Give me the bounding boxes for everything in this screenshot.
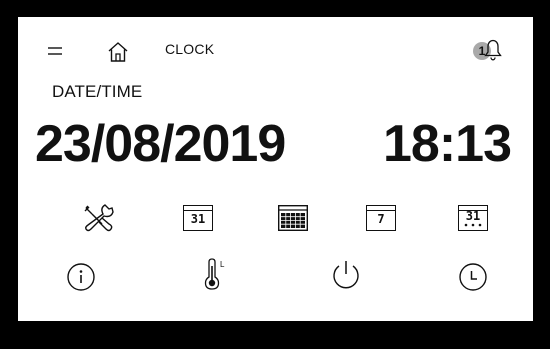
time-display[interactable]: 18:13	[383, 118, 512, 170]
calendar-grid-icon[interactable]	[274, 199, 312, 237]
calendar-week-button[interactable]: 7	[362, 199, 400, 237]
screen-title: CLOCK	[165, 41, 215, 57]
bell-icon[interactable]	[484, 39, 502, 61]
thermometer-icon[interactable]: L	[196, 256, 234, 294]
power-icon[interactable]	[327, 256, 365, 294]
tools-icon[interactable]	[80, 199, 118, 237]
calendar-day-label: 31	[190, 212, 206, 226]
clock-icon[interactable]	[454, 258, 492, 296]
info-icon[interactable]	[62, 258, 100, 296]
calendar-week-label: 7	[377, 212, 385, 226]
calendar-month-button[interactable]: 31	[454, 199, 492, 237]
section-label: DATE/TIME	[52, 82, 143, 101]
svg-text:L: L	[220, 260, 225, 269]
calendar-dots-icon	[464, 223, 482, 227]
notifications[interactable]: 1	[471, 39, 503, 67]
calendar-day-button[interactable]: 31	[179, 199, 217, 237]
menu-icon[interactable]	[48, 43, 62, 55]
home-icon[interactable]	[107, 41, 129, 63]
date-display[interactable]: 23/08/2019	[35, 118, 286, 170]
display-screen: CLOCK 1 DATE/TIME 23/08/2019 18:13 31 7 …	[18, 17, 533, 321]
